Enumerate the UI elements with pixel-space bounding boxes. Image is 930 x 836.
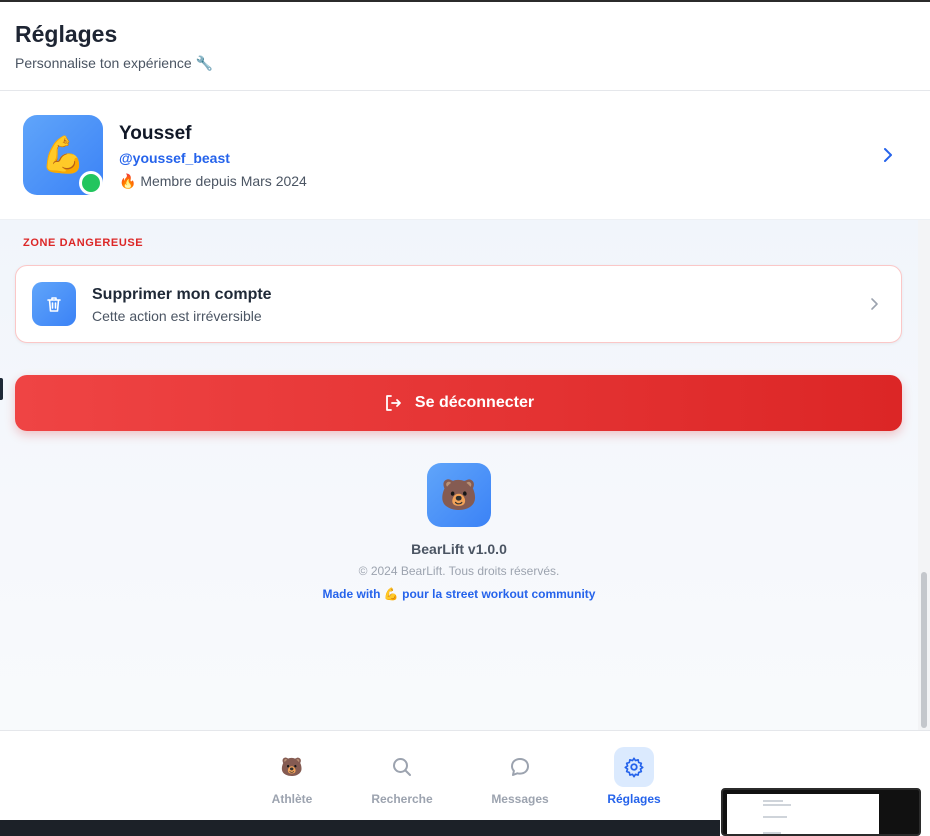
nav-item-search[interactable]: Recherche bbox=[357, 747, 447, 817]
app-version: BearLift v1.0.0 bbox=[411, 541, 507, 557]
chevron-right-icon[interactable] bbox=[880, 147, 896, 163]
chevron-right-icon bbox=[871, 298, 878, 310]
delete-account-button[interactable]: Supprimer mon compte Cette action est ir… bbox=[15, 265, 902, 343]
logout-icon bbox=[386, 395, 401, 411]
gear-icon bbox=[614, 747, 654, 787]
profile-member-since: 🔥 Membre depuis Mars 2024 bbox=[119, 173, 307, 189]
app-window: Réglages Personnalise ton expérience 🔧 💪… bbox=[0, 2, 930, 836]
made-with-text: Made with 💪 pour la street workout commu… bbox=[322, 587, 596, 601]
bear-icon: 🐻 bbox=[280, 756, 304, 777]
message-icon bbox=[500, 747, 540, 787]
delete-account-subtitle: Cette action est irréversible bbox=[92, 308, 262, 324]
profile-card[interactable]: 💪 Youssef @youssef_beast 🔥 Membre depuis… bbox=[0, 91, 930, 220]
delete-account-title: Supprimer mon compte bbox=[92, 286, 272, 303]
logout-label: Se déconnecter bbox=[414, 394, 535, 411]
nav-label-messages: Messages bbox=[491, 792, 549, 806]
thumbnail-line bbox=[763, 832, 781, 834]
thumbnail-preview bbox=[727, 794, 879, 834]
app-logo: 🐻 bbox=[427, 463, 491, 527]
sidebar-edge-handle[interactable] bbox=[0, 378, 3, 400]
nav-item-settings[interactable]: Réglages bbox=[589, 747, 679, 817]
nav-label-athlete: Athlète bbox=[271, 792, 313, 806]
thumbnail-line bbox=[763, 800, 783, 802]
profile-name: Youssef bbox=[119, 123, 192, 144]
profile-handle: @youssef_beast bbox=[119, 150, 230, 166]
trash-icon bbox=[47, 297, 61, 312]
page-title: Réglages bbox=[15, 21, 118, 47]
avatar-emoji: 💪 bbox=[40, 134, 86, 175]
page-header: Réglages Personnalise ton expérience 🔧 bbox=[0, 2, 930, 91]
search-icon bbox=[382, 747, 422, 787]
danger-zone-label: ZONE DANGEREUSE bbox=[23, 237, 144, 249]
window-thumbnail[interactable] bbox=[721, 788, 921, 836]
thumbnail-line bbox=[763, 816, 787, 818]
thumbnail-line bbox=[763, 804, 791, 806]
bear-icon: 🐻 bbox=[440, 478, 478, 512]
desktop-taskbar bbox=[0, 820, 720, 836]
settings-content: ZONE DANGEREUSE Supprimer mon compte Cet… bbox=[0, 220, 918, 730]
page-subtitle: Personnalise ton expérience 🔧 bbox=[15, 55, 213, 71]
logout-button[interactable]: Se déconnecter bbox=[15, 375, 902, 431]
scrollbar-thumb[interactable] bbox=[921, 572, 927, 728]
nav-label-settings: Réglages bbox=[607, 792, 661, 806]
nav-item-messages[interactable]: Messages bbox=[475, 747, 565, 817]
nav-item-athlete[interactable]: 🐻 Athlète bbox=[247, 747, 337, 817]
copyright-text: © 2024 BearLift. Tous droits réservés. bbox=[358, 564, 560, 578]
trash-icon-box bbox=[32, 282, 76, 326]
nav-label-search: Recherche bbox=[371, 792, 433, 806]
online-status-indicator bbox=[79, 171, 103, 195]
